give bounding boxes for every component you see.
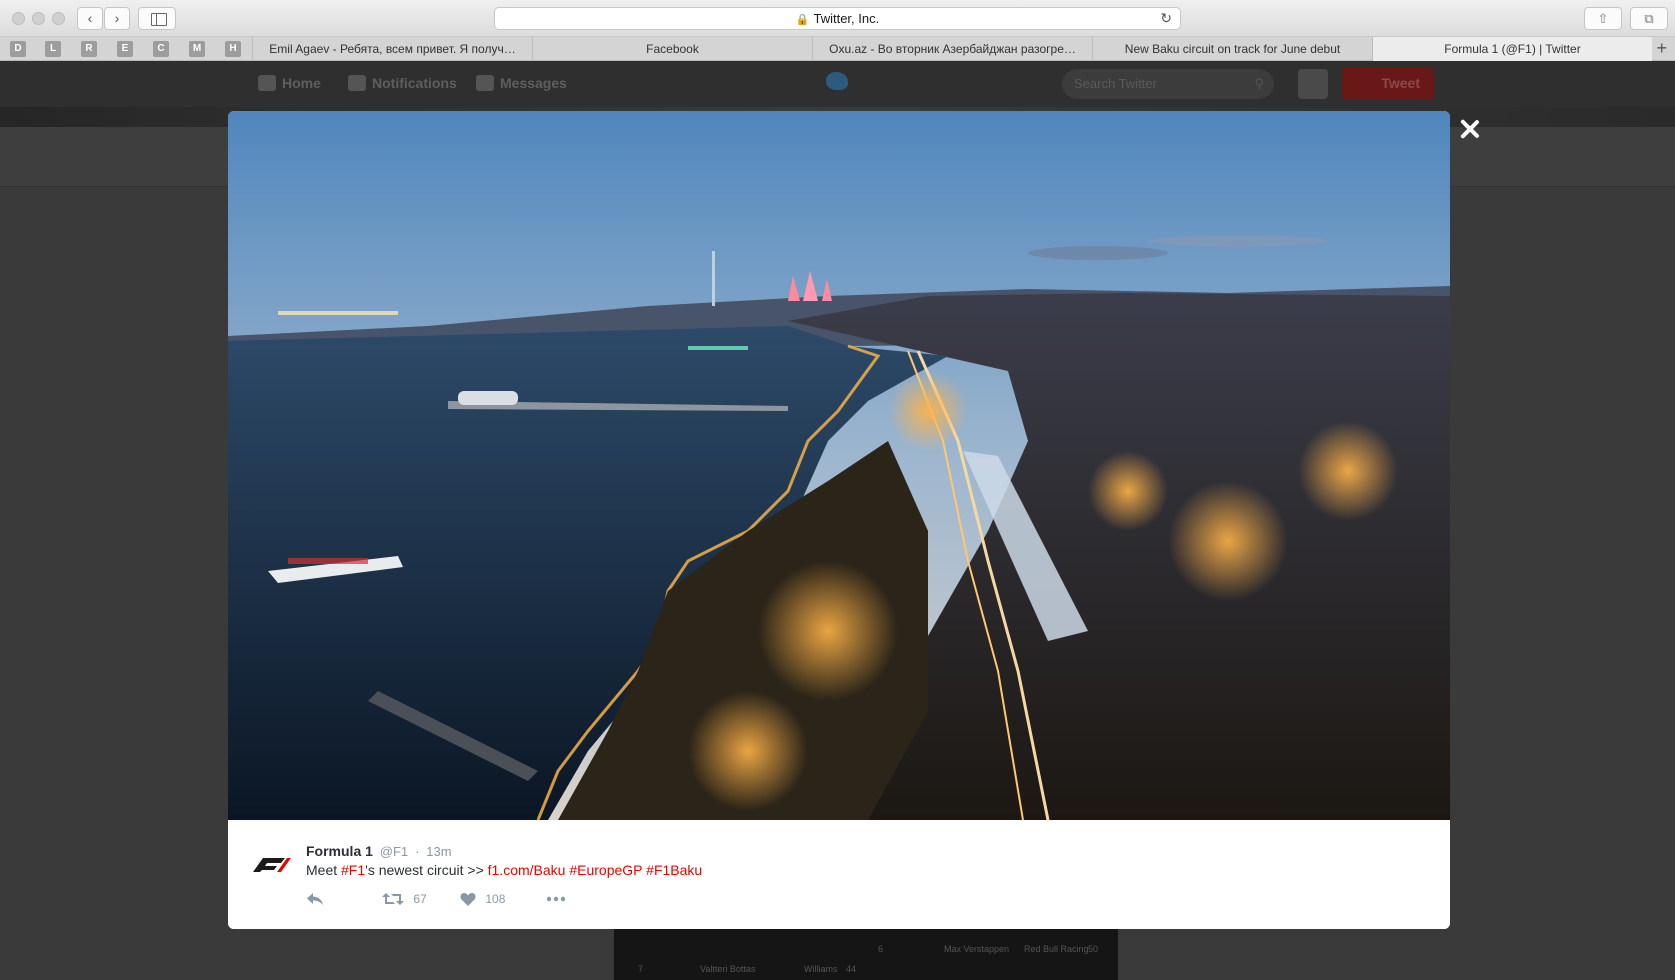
- tab-formula1-twitter[interactable]: Formula 1 (@F1) | Twitter: [1372, 37, 1652, 61]
- bookmark-d[interactable]: D: [10, 41, 26, 57]
- new-tab-button[interactable]: +: [1656, 37, 1667, 59]
- tweet-text-middle: 's newest circuit >>: [365, 862, 488, 878]
- avatar[interactable]: [1298, 69, 1328, 99]
- media-modal: Formula 1 @F1 · 13m Meet #F1's newest ci…: [228, 111, 1450, 929]
- more-button[interactable]: [546, 891, 566, 909]
- search-placeholder: Search Twitter: [1074, 76, 1157, 91]
- tab-emil-agaev[interactable]: Emil Agaev - Ребята, всем привет. Я полу…: [252, 37, 532, 61]
- tweet-link[interactable]: f1.com/Baku: [488, 862, 566, 878]
- reply-icon: [307, 892, 323, 905]
- search-input[interactable]: Search Twitter ⚲: [1062, 69, 1274, 99]
- nav-messages-label: Messages: [500, 75, 567, 91]
- standings-pos: 6: [878, 944, 884, 954]
- tabs-icon: ⧉: [1644, 11, 1654, 26]
- standings-points: 44: [846, 964, 857, 974]
- tweet-author[interactable]: Formula 1 @F1 · 13m: [306, 843, 452, 859]
- browser-titlebar: ‹ › 🔒 Twitter, Inc. ↻ ⇧ ⧉: [0, 0, 1675, 37]
- tweet-text-prefix: Meet: [306, 862, 342, 878]
- nav-notifications-label: Notifications: [372, 75, 457, 91]
- chevron-right-icon: ›: [114, 10, 120, 26]
- tab-facebook[interactable]: Facebook: [532, 37, 812, 61]
- author-name[interactable]: Formula 1: [306, 843, 373, 859]
- standings-points: 50: [1088, 944, 1099, 954]
- twitter-nav: Home Notifications Messages Search Twitt…: [0, 61, 1675, 107]
- bookmark-c[interactable]: C: [153, 41, 169, 57]
- f1-logo-icon[interactable]: [249, 850, 293, 880]
- chevron-left-icon: ‹: [87, 10, 93, 26]
- tab-baku-circuit[interactable]: New Baku circuit on track for June debut: [1092, 37, 1372, 61]
- standings-card: 6 Max Verstappen Red Bull Racing 50 7 Va…: [614, 929, 1118, 980]
- tab-bar: D L R E C M H Emil Agaev - Ребята, всем …: [0, 37, 1675, 61]
- show-tabs-button[interactable]: ⧉: [1630, 7, 1668, 30]
- share-button[interactable]: ⇧: [1584, 7, 1622, 30]
- share-icon: ⇧: [1597, 11, 1609, 26]
- nav-messages[interactable]: Messages: [476, 75, 567, 91]
- standings-team: Williams: [804, 964, 838, 974]
- hashtag-europegp[interactable]: #EuropeGP: [569, 862, 642, 878]
- tweet-text: Meet #F1's newest circuit >> f1.com/Baku…: [306, 862, 702, 878]
- bell-icon: [348, 75, 366, 91]
- standings-team: Red Bull Racing: [1024, 944, 1089, 954]
- hashtag-f1baku[interactable]: #F1Baku: [646, 862, 702, 878]
- tweet-time[interactable]: 13m: [426, 844, 451, 859]
- standings-driver: Max Verstappen: [944, 944, 1010, 954]
- hashtag-f1[interactable]: #F1: [341, 862, 365, 878]
- address-bar[interactable]: 🔒 Twitter, Inc. ↻: [494, 7, 1181, 30]
- search-icon: ⚲: [1254, 76, 1264, 91]
- like-button[interactable]: 108: [460, 891, 505, 909]
- close-icon[interactable]: [1458, 117, 1482, 141]
- address-text: Twitter, Inc.: [813, 11, 880, 26]
- author-handle[interactable]: @F1: [380, 844, 408, 859]
- reply-button[interactable]: [306, 891, 324, 909]
- nav-home[interactable]: Home: [258, 75, 321, 91]
- tweet-compose-label: Tweet: [1381, 75, 1420, 91]
- tweet-photo[interactable]: [228, 111, 1450, 820]
- bookmark-m[interactable]: M: [189, 41, 205, 57]
- tweet-compose-button[interactable]: Tweet: [1342, 67, 1434, 99]
- reload-icon[interactable]: ↻: [1160, 8, 1172, 29]
- standings-pos: 7: [638, 964, 644, 974]
- bookmark-h[interactable]: H: [225, 41, 241, 57]
- meta-separator: ·: [415, 844, 420, 859]
- sidebar-toggle-button[interactable]: [138, 7, 176, 30]
- bookmark-e[interactable]: E: [117, 41, 133, 57]
- minimize-window-button[interactable]: [32, 12, 45, 25]
- zoom-window-button[interactable]: [52, 12, 65, 25]
- retweet-icon: [382, 892, 404, 905]
- more-dots-icon: [546, 896, 566, 902]
- lock-icon: 🔒: [795, 14, 810, 26]
- like-count: 108: [485, 891, 506, 906]
- heart-icon: [460, 892, 476, 906]
- bookmark-r[interactable]: R: [81, 41, 97, 57]
- nav-notifications[interactable]: Notifications: [348, 75, 457, 91]
- nav-home-label: Home: [282, 75, 321, 91]
- retweet-count: 67: [413, 891, 427, 906]
- retweet-button[interactable]: 67: [382, 891, 427, 909]
- tab-oxu-az[interactable]: Oxu.az - Во вторник Азербайджан разогре…: [812, 37, 1092, 61]
- twitter-bird-icon[interactable]: [826, 72, 848, 90]
- bookmark-l[interactable]: L: [45, 41, 61, 57]
- close-window-button[interactable]: [12, 12, 25, 25]
- standings-driver: Valtteri Bottas: [700, 964, 756, 974]
- forward-button[interactable]: ›: [104, 7, 130, 30]
- back-button[interactable]: ‹: [77, 7, 103, 30]
- home-icon: [258, 75, 276, 91]
- envelope-icon: [476, 75, 494, 91]
- tweet-details: Formula 1 @F1 · 13m Meet #F1's newest ci…: [228, 820, 1450, 929]
